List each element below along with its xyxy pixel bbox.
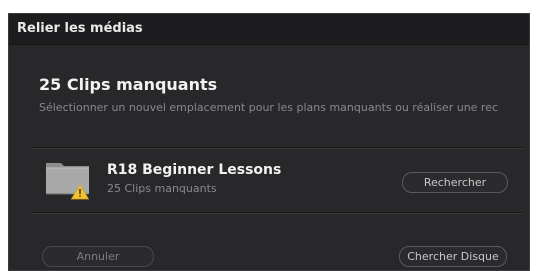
folder-missing-count: 25 Clips manquants — [107, 182, 217, 195]
dialog-title: Relier les médias — [17, 21, 143, 36]
disk-search-button[interactable]: Chercher Disque — [399, 246, 507, 267]
dialog-titlebar[interactable]: Relier les médias — [9, 14, 529, 45]
instructions-text: Sélectionner un nouvel emplacement pour … — [39, 101, 499, 114]
cancel-button[interactable]: Annuler — [42, 246, 154, 267]
folder-warning-icon — [46, 163, 90, 200]
folder-name: R18 Beginner Lessons — [107, 162, 282, 178]
search-button[interactable]: Rechercher — [402, 172, 508, 193]
divider-bottom — [32, 212, 522, 214]
relink-media-dialog: Relier les médias 25 Clips manquants Sél… — [8, 13, 530, 271]
divider-top — [32, 147, 522, 149]
missing-clips-heading: 25 Clips manquants — [39, 75, 218, 94]
